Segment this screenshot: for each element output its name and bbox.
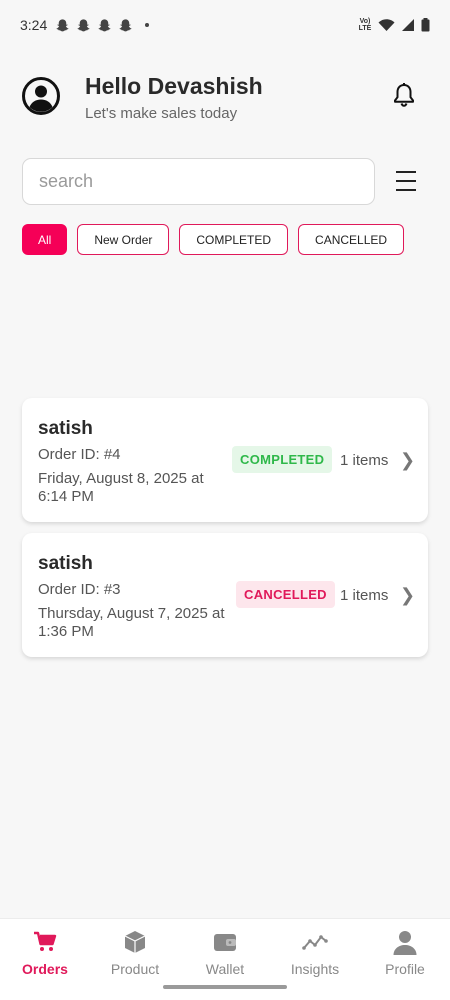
user-avatar-icon[interactable] — [22, 77, 60, 115]
filter-chip-new-order[interactable]: New Order — [77, 224, 170, 255]
nav-label-product: Product — [110, 961, 160, 977]
order-card[interactable]: satish Order ID: #4 Friday, August 8, 20… — [22, 398, 428, 522]
nav-item-orders[interactable]: Orders — [0, 929, 90, 977]
chevron-right-icon[interactable]: ❯ — [400, 585, 415, 606]
nav-label-wallet: Wallet — [205, 961, 245, 977]
network-type-label: Vo) LTE — [358, 18, 372, 32]
bottom-navigation: Orders Product Wallet Insights Profile — [0, 918, 450, 1000]
chevron-right-icon[interactable]: ❯ — [400, 450, 415, 471]
search-input[interactable] — [39, 171, 358, 192]
cart-icon — [34, 931, 57, 951]
status-bar-left: 3:24 — [20, 17, 150, 33]
order-items-count: 1 items — [340, 452, 389, 469]
wifi-icon — [378, 19, 395, 31]
hamburger-menu-icon[interactable] — [396, 171, 416, 193]
order-customer-name: satish — [38, 553, 93, 574]
snapchat-ghost-icon — [98, 18, 111, 31]
status-time: 3:24 — [20, 17, 48, 33]
order-date: Friday, August 8, 2025 at 6:14 PM — [38, 470, 204, 505]
order-customer-name: satish — [38, 418, 93, 439]
greeting-subtitle: Let's make sales today — [85, 105, 238, 122]
search-box[interactable] — [22, 158, 375, 205]
filter-chip-all[interactable]: All — [22, 224, 68, 255]
notification-dot-icon — [145, 23, 150, 27]
status-badge: COMPLETED — [232, 446, 333, 473]
status-bar-right: Vo) LTE — [358, 18, 430, 32]
cell-signal-icon — [402, 19, 414, 31]
snapchat-ghost-icon — [56, 18, 69, 31]
nav-item-wallet[interactable]: Wallet — [180, 929, 270, 977]
nav-item-product[interactable]: Product — [90, 929, 180, 977]
person-icon — [393, 931, 417, 955]
box-icon — [124, 931, 146, 953]
nav-label-profile: Profile — [385, 961, 425, 977]
trend-line-icon — [302, 935, 328, 950]
order-items-count: 1 items — [340, 587, 389, 604]
order-id: Order ID: #3 — [38, 581, 121, 598]
status-bar: 3:24 Vo) LTE — [0, 0, 450, 50]
snapchat-ghost-icon — [77, 18, 90, 31]
header: Hello Devashish Let's make sales today — [22, 70, 422, 130]
wallet-icon — [214, 934, 236, 951]
nav-label-orders: Orders — [22, 961, 68, 977]
nav-item-profile[interactable]: Profile — [360, 929, 450, 977]
home-gesture-indicator[interactable] — [163, 985, 287, 989]
snapchat-ghost-icon — [119, 18, 132, 31]
order-date: Thursday, August 7, 2025 at 1:36 PM — [38, 605, 225, 640]
order-card[interactable]: satish Order ID: #3 Thursday, August 7, … — [22, 533, 428, 657]
bell-icon[interactable] — [392, 82, 416, 108]
order-id: Order ID: #4 — [38, 446, 121, 463]
filter-chips: All New Order COMPLETED CANCELLED — [22, 224, 405, 255]
nav-label-insights: Insights — [290, 961, 340, 977]
battery-icon — [421, 18, 430, 32]
filter-chip-completed[interactable]: COMPLETED — [179, 224, 289, 255]
filter-chip-cancelled[interactable]: CANCELLED — [298, 224, 405, 255]
status-badge: CANCELLED — [236, 581, 335, 608]
nav-item-insights[interactable]: Insights — [270, 929, 360, 977]
greeting-title: Hello Devashish — [85, 73, 263, 99]
